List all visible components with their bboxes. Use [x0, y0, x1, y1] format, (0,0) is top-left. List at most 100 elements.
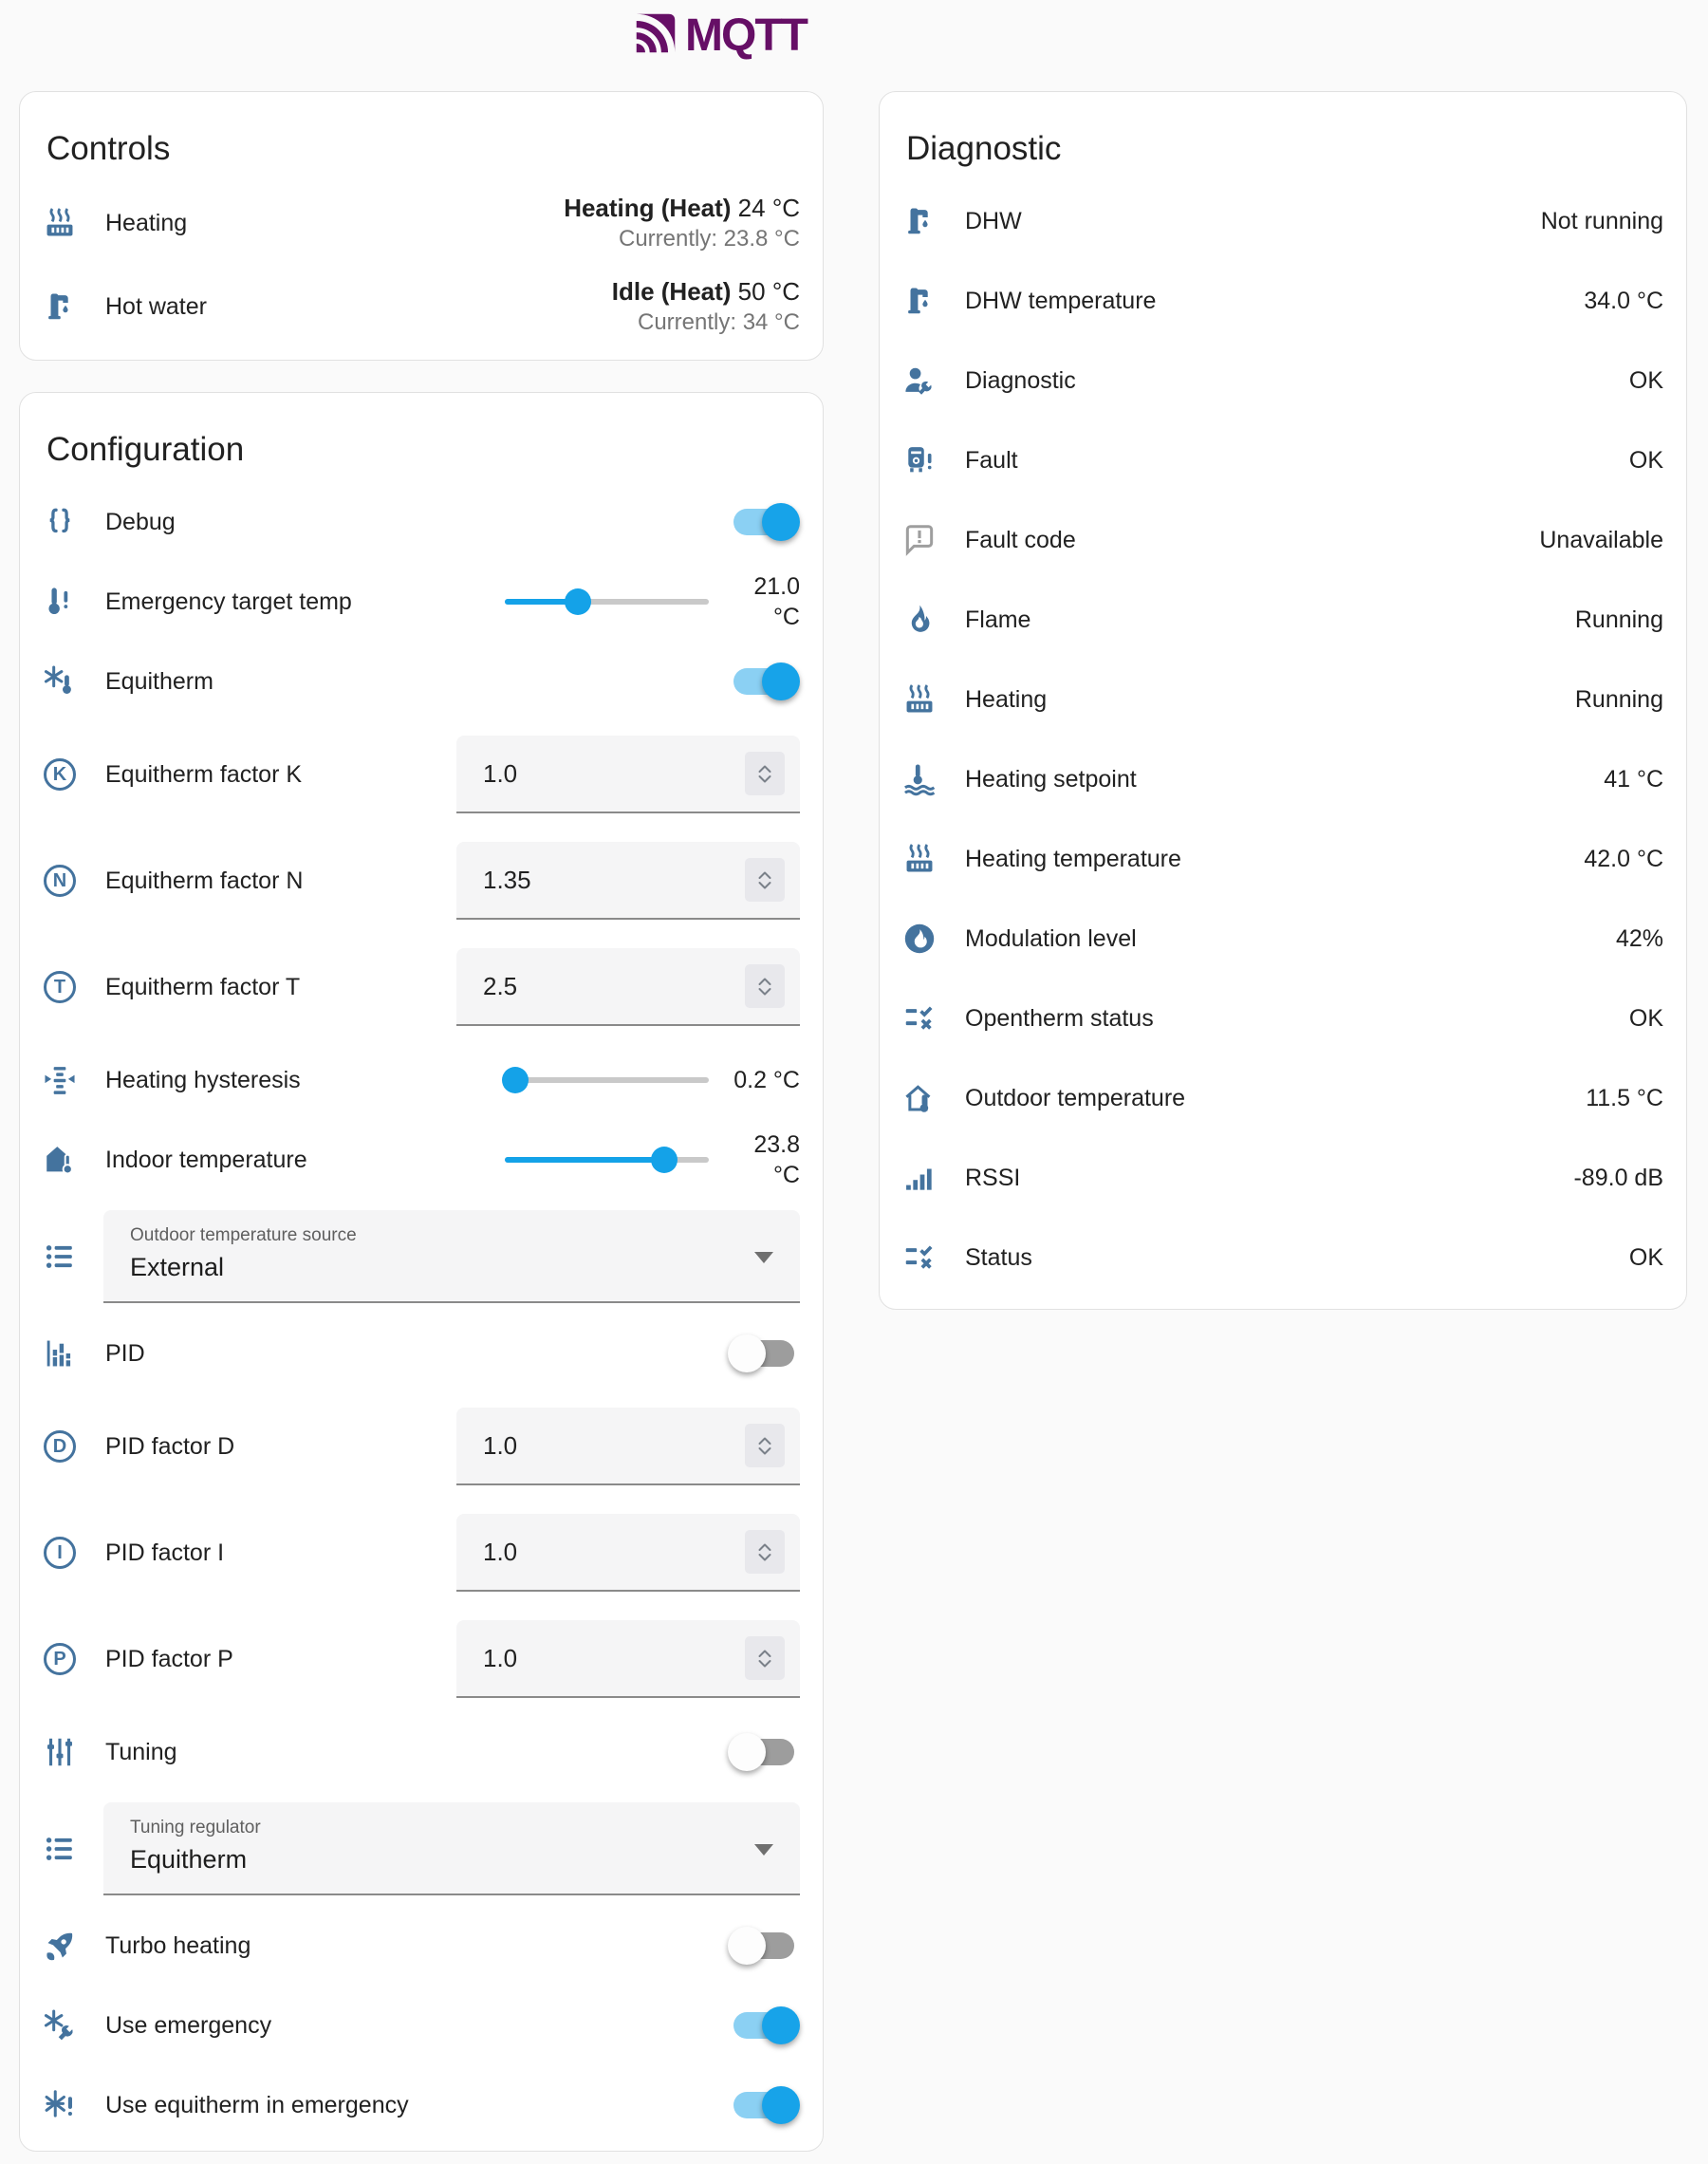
pid-toggle[interactable]	[733, 1340, 794, 1367]
modulation-level-row[interactable]: Modulation level 42%	[880, 899, 1686, 979]
slider-rail[interactable]	[505, 1077, 709, 1083]
emergency-target-temp-slider[interactable]	[505, 588, 709, 616]
number-field	[456, 842, 800, 920]
row-label: Opentherm status	[965, 1005, 1629, 1033]
row-label: Debug	[105, 509, 733, 536]
use-emergency-row: Use emergency	[20, 1986, 823, 2065]
toggle-knob[interactable]	[762, 2086, 800, 2124]
use-emergency-toggle[interactable]	[733, 2012, 794, 2039]
row-value: 34.0 °C	[1584, 288, 1663, 315]
row-label: Hot water	[105, 293, 612, 321]
tuning-toggle[interactable]	[733, 1739, 794, 1765]
row-label: PID factor P	[105, 1646, 456, 1673]
row-label: Turbo heating	[105, 1932, 733, 1960]
toggle-knob[interactable]	[762, 662, 800, 700]
heating-temperature-row[interactable]: Heating temperature 42.0 °C	[880, 819, 1686, 899]
debug-toggle[interactable]	[733, 509, 794, 535]
use-equitherm-in-emergency-toggle[interactable]	[733, 2092, 794, 2118]
opentherm-status-row[interactable]: Opentherm status OK	[880, 979, 1686, 1058]
climate-state[interactable]: Heating (Heat) 24 °C Currently: 23.8 °C	[564, 192, 800, 254]
indoor-temperature-row: Indoor temperature 23.8 °C	[20, 1120, 823, 1200]
slider-value: 0.2 °C	[722, 1065, 800, 1095]
row-value: Not running	[1541, 208, 1663, 235]
number-spinner[interactable]	[745, 858, 785, 902]
turbo-heating-toggle[interactable]	[733, 1932, 794, 1959]
tuning-regulator-row: Tuning regulator Equitherm	[20, 1792, 823, 1906]
toggle-knob[interactable]	[762, 503, 800, 541]
tuning-regulator-select[interactable]: Tuning regulator Equitherm	[103, 1802, 800, 1895]
row-label: Emergency target temp	[105, 588, 493, 616]
equitherm-row: Equitherm	[20, 642, 823, 721]
row-label: Heating	[965, 686, 1575, 714]
water-tap-icon	[41, 288, 79, 326]
number-spinner[interactable]	[745, 752, 785, 795]
pid-factor-d-row: D PID factor D	[20, 1393, 823, 1500]
row-label: Use equitherm in emergency	[105, 2092, 733, 2119]
diagnostic-row[interactable]: Diagnostic OK	[880, 341, 1686, 420]
list-status-icon	[900, 999, 938, 1037]
toggle-knob[interactable]	[728, 1334, 766, 1372]
heating-setpoint-row[interactable]: Heating setpoint 41 °C	[880, 739, 1686, 819]
select-label: Outdoor temperature source	[130, 1225, 743, 1246]
fault-code-row[interactable]: Fault code Unavailable	[880, 500, 1686, 580]
dhw-row[interactable]: DHW Not running	[880, 181, 1686, 261]
indoor-temperature-slider[interactable]	[505, 1146, 709, 1174]
status-row[interactable]: Status OK	[880, 1218, 1686, 1297]
equitherm-toggle[interactable]	[733, 668, 794, 695]
alpha-p-circle-icon: P	[41, 1640, 79, 1678]
slider-fill	[505, 1157, 664, 1163]
fault-row[interactable]: Fault OK	[880, 420, 1686, 500]
configuration-card-title: Configuration	[20, 393, 823, 482]
heating-climate-row[interactable]: Heating Heating (Heat) 24 °C Currently: …	[20, 181, 823, 265]
number-spinner[interactable]	[745, 1530, 785, 1574]
heating-hysteresis-slider[interactable]	[505, 1066, 709, 1094]
row-label: PID factor I	[105, 1539, 456, 1567]
row-label: Fault	[965, 447, 1629, 475]
slider-thumb[interactable]	[502, 1067, 529, 1093]
row-label: Tuning	[105, 1739, 733, 1766]
radiator-icon	[900, 840, 938, 878]
row-value: OK	[1629, 1005, 1663, 1033]
toggle-knob[interactable]	[728, 1733, 766, 1771]
debug-row: Debug	[20, 482, 823, 562]
dhw-temperature-row[interactable]: DHW temperature 34.0 °C	[880, 261, 1686, 341]
alpha-k-circle-icon: K	[41, 756, 79, 793]
number-field	[456, 736, 800, 813]
rssi-row[interactable]: RSSI -89.0 dB	[880, 1138, 1686, 1218]
outdoor-temperature-row[interactable]: Outdoor temperature 11.5 °C	[880, 1058, 1686, 1138]
fire-icon	[900, 601, 938, 639]
alpha-t-circle-icon: T	[41, 968, 79, 1006]
equitherm-factor-n-row: N Equitherm factor N	[20, 828, 823, 934]
climate-state[interactable]: Idle (Heat) 50 °C Currently: 34 °C	[612, 275, 800, 338]
radiator-icon	[41, 204, 79, 242]
snowflake-thermometer-icon	[41, 662, 79, 700]
emergency-target-temp-row: Emergency target temp 21.0 °C	[20, 562, 823, 642]
heating-row[interactable]: Heating Running	[880, 660, 1686, 739]
equitherm-factor-k-row: K Equitherm factor K	[20, 721, 823, 828]
snowflake-alert-icon	[41, 2086, 79, 2124]
hysteresis-icon	[41, 1061, 79, 1099]
row-label: PID factor D	[105, 1433, 456, 1461]
row-label: DHW	[965, 208, 1541, 235]
slider-thumb[interactable]	[565, 588, 591, 615]
outdoor-temperature-source-select[interactable]: Outdoor temperature source External	[103, 1210, 800, 1303]
number-field	[456, 1514, 800, 1592]
home-thermometer-icon	[41, 1141, 79, 1179]
number-spinner[interactable]	[745, 1424, 785, 1467]
row-label: Modulation level	[965, 925, 1616, 953]
hot-water-climate-row[interactable]: Hot water Idle (Heat) 50 °C Currently: 3…	[20, 265, 823, 348]
slider-thumb[interactable]	[651, 1147, 678, 1173]
toggle-knob[interactable]	[728, 1927, 766, 1965]
list-status-icon	[900, 1239, 938, 1277]
home-thermometer-out-icon	[900, 1079, 938, 1117]
account-wrench-icon	[900, 362, 938, 400]
row-value: 42%	[1616, 925, 1663, 953]
signal-icon	[900, 1159, 938, 1197]
thermometer-alert-icon	[41, 583, 79, 621]
flame-row[interactable]: Flame Running	[880, 580, 1686, 660]
controls-card-title: Controls	[20, 92, 823, 181]
toggle-knob[interactable]	[762, 2006, 800, 2044]
number-spinner[interactable]	[745, 964, 785, 1008]
number-spinner[interactable]	[745, 1636, 785, 1680]
row-value: Unavailable	[1539, 527, 1663, 554]
